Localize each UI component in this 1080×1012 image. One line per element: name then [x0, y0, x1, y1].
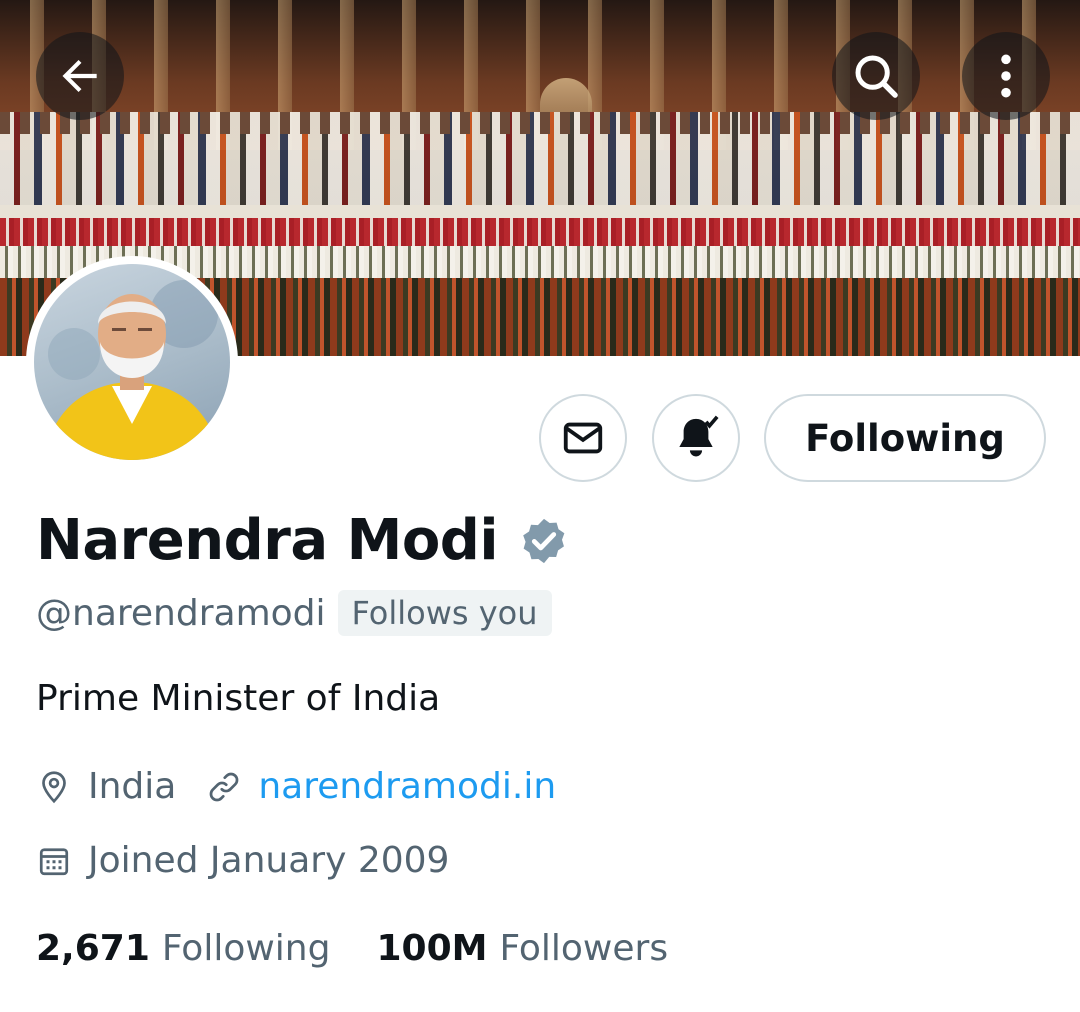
followers-label: Followers	[499, 928, 669, 969]
followers-stat[interactable]: 100M Followers	[376, 928, 668, 969]
location-text: India	[88, 766, 177, 807]
back-button[interactable]	[36, 32, 124, 120]
more-vertical-icon	[1001, 54, 1011, 98]
link-icon	[210, 772, 239, 801]
following-count: 2,671	[36, 928, 150, 969]
mail-icon	[563, 422, 603, 454]
banner-flowers-red	[0, 218, 1080, 248]
following-label: Following	[161, 928, 331, 969]
message-button[interactable]	[539, 394, 627, 482]
profile-meta-row: India narendramodi.in	[36, 766, 556, 807]
profile-stats: 2,671 Following 100M Followers	[36, 928, 668, 969]
search-button[interactable]	[832, 32, 920, 120]
handle-row: @narendramodi Follows you	[36, 590, 552, 636]
notifications-button[interactable]	[652, 394, 740, 482]
followers-count: 100M	[376, 928, 488, 969]
follows-you-badge: Follows you	[337, 590, 552, 636]
display-name: Narendra Modi	[36, 508, 499, 573]
profile-avatar[interactable]	[26, 256, 238, 468]
joined-date: Joined January 2009	[88, 840, 450, 881]
name-row: Narendra Modi	[36, 508, 570, 573]
profile-photo	[34, 264, 230, 460]
following-stat[interactable]: 2,671 Following	[36, 928, 330, 969]
following-button[interactable]: Following	[764, 394, 1046, 482]
joined-row: Joined January 2009	[36, 840, 449, 881]
location-pin-icon	[42, 770, 66, 803]
search-icon	[855, 55, 898, 98]
avatar-illustration	[44, 280, 220, 460]
bell-check-icon	[679, 415, 719, 457]
calendar-icon	[39, 847, 69, 875]
verified-badge-icon[interactable]	[518, 515, 570, 567]
website-link[interactable]: narendramodi.in	[258, 766, 556, 807]
profile-bio: Prime Minister of India	[36, 678, 441, 719]
user-handle: @narendramodi	[36, 592, 326, 634]
arrow-left-icon	[62, 59, 97, 93]
more-options-button[interactable]	[962, 32, 1050, 120]
banner-heads	[0, 112, 1080, 134]
